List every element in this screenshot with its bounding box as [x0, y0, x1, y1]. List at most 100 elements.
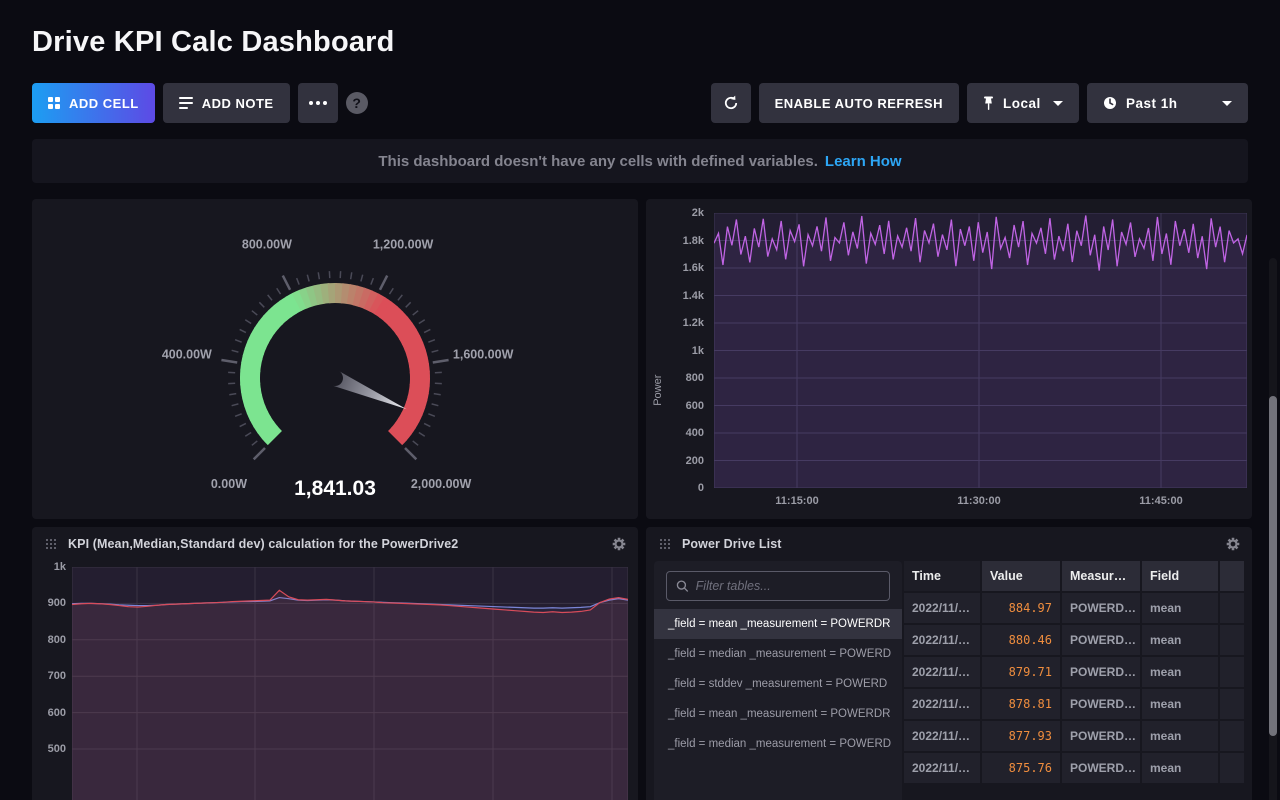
y-tick-label: 600 — [32, 707, 66, 719]
table-cell-spacer — [1220, 657, 1244, 687]
y-tick-label: 1.6k — [646, 262, 704, 274]
data-table: TimeValueMeasur…Field2022/11/…884.97POWE… — [904, 561, 1244, 783]
gauge-needle — [332, 371, 410, 417]
caret-down-icon — [1222, 101, 1232, 106]
y-tick-label: 1k — [32, 561, 66, 573]
gear-icon[interactable] — [1226, 537, 1240, 551]
table-cell-value: 875.76 — [982, 753, 1060, 783]
panel-title: Power Drive List — [682, 537, 782, 551]
table-cell-value: 884.97 — [982, 593, 1060, 623]
kpi-line-chart — [72, 567, 628, 800]
x-tick-label: 11:45:00 — [1116, 495, 1206, 507]
more-options-button[interactable] — [298, 83, 338, 123]
drag-handle-icon[interactable] — [46, 539, 48, 541]
table-cell-time: 2022/11/… — [904, 593, 980, 623]
column-header-measur[interactable]: Measur… — [1062, 561, 1140, 591]
power-line-chart — [714, 213, 1247, 488]
table-list-item[interactable]: _field = stddev _measurement = POWERD — [654, 669, 902, 699]
add-cell-label: ADD CELL — [69, 96, 139, 111]
table-list-item[interactable]: _field = mean _measurement = POWERDR — [654, 699, 902, 729]
caret-down-icon — [1053, 101, 1063, 106]
pin-icon — [983, 96, 994, 111]
table-list-item[interactable]: _field = mean _measurement = POWERDR — [654, 609, 902, 639]
power-drive-list-panel: Power Drive List _field = mean _measurem… — [646, 527, 1252, 800]
timezone-label: Local — [1003, 96, 1041, 111]
filter-tables-input[interactable] — [696, 579, 880, 593]
y-tick-label: 1k — [646, 345, 704, 357]
column-header-time[interactable]: Time — [904, 561, 980, 591]
y-tick-label: 1.4k — [646, 290, 704, 302]
refresh-button[interactable] — [711, 83, 751, 123]
y-tick-label: 600 — [646, 400, 704, 412]
y-tick-label: 2k — [646, 207, 704, 219]
table-cell-time: 2022/11/… — [904, 625, 980, 655]
table-cell-field: mean — [1142, 657, 1218, 687]
table-cell-value: 880.46 — [982, 625, 1060, 655]
y-tick-label: 1.8k — [646, 235, 704, 247]
add-cell-grid-icon — [48, 97, 60, 109]
table-cell-spacer — [1220, 753, 1244, 783]
y-tick-label: 700 — [32, 670, 66, 682]
gauge-chart: 0.00W400.00W800.00W1,200.00W1,600.00W2,0… — [32, 199, 638, 519]
table-cell-measurement: POWERD… — [1062, 625, 1140, 655]
gauge-panel: 1,841.03 0.00W400.00W800.00W1,200.00W1,6… — [32, 199, 638, 519]
table-cell-field: mean — [1142, 593, 1218, 623]
table-list-item[interactable]: _field = median _measurement = POWERD — [654, 729, 902, 759]
note-lines-icon — [179, 97, 193, 109]
learn-how-link[interactable]: Learn How — [825, 153, 902, 170]
search-icon — [676, 579, 689, 593]
kpi-panel: KPI (Mean,Median,Standard dev) calculati… — [32, 527, 638, 800]
table-cell-measurement: POWERD… — [1062, 657, 1140, 687]
time-range-label: Past 1h — [1126, 96, 1178, 111]
table-cell-time: 2022/11/… — [904, 721, 980, 751]
column-header-field[interactable]: Field — [1142, 561, 1218, 591]
table-cell-measurement: POWERD… — [1062, 689, 1140, 719]
panel-header: KPI (Mean,Median,Standard dev) calculati… — [32, 527, 638, 561]
y-tick-label: 800 — [32, 634, 66, 646]
table-cell-value: 879.71 — [982, 657, 1060, 687]
timezone-dropdown[interactable]: Local — [967, 83, 1079, 123]
gauge-tick-label: 400.00W — [162, 348, 212, 362]
y-tick-label: 800 — [646, 372, 704, 384]
x-tick-label: 11:30:00 — [934, 495, 1024, 507]
table-cell-measurement: POWERD… — [1062, 593, 1140, 623]
y-tick-label: 400 — [646, 427, 704, 439]
notice-text: This dashboard doesn't have any cells wi… — [378, 153, 818, 170]
table-list-sidebar: _field = mean _measurement = POWERDR_fie… — [654, 561, 902, 800]
y-tick-label: 900 — [32, 597, 66, 609]
help-icon[interactable]: ? — [346, 92, 368, 114]
gauge-tick-label: 1,200.00W — [373, 237, 434, 251]
table-list-item[interactable]: _field = median _measurement = POWERD — [654, 639, 902, 669]
filter-tables-box — [666, 571, 890, 601]
power-line-panel: Power 1,841W 2k1.8k1.6k1.4k1.2k1k8006004… — [646, 199, 1252, 519]
drag-handle-icon[interactable] — [660, 539, 662, 541]
ellipsis-icon — [309, 101, 327, 105]
table-cell-field: mean — [1142, 721, 1218, 751]
table-list: _field = mean _measurement = POWERDR_fie… — [654, 609, 902, 759]
time-range-dropdown[interactable]: Past 1h — [1087, 83, 1248, 123]
table-cell-value: 878.81 — [982, 689, 1060, 719]
toolbar: ADD CELL ADD NOTE ? ENABLE AUTO REFRESH — [32, 83, 1248, 123]
table-cell-measurement: POWERD… — [1062, 753, 1140, 783]
enable-auto-refresh-button[interactable]: ENABLE AUTO REFRESH — [759, 83, 959, 123]
page-scrollbar[interactable] — [1269, 258, 1277, 800]
table-cell-value: 877.93 — [982, 721, 1060, 751]
gear-icon[interactable] — [612, 537, 626, 551]
scrollbar-thumb[interactable] — [1269, 396, 1277, 736]
y-tick-label: 200 — [646, 455, 704, 467]
panel-header: Power Drive List — [646, 527, 1252, 561]
add-cell-button[interactable]: ADD CELL — [32, 83, 155, 123]
column-header-value[interactable]: Value — [982, 561, 1060, 591]
table-cell-time: 2022/11/… — [904, 657, 980, 687]
table-cell-time: 2022/11/… — [904, 753, 980, 783]
y-tick-label: 0 — [646, 482, 704, 494]
page-title: Drive KPI Calc Dashboard — [32, 26, 1248, 59]
gauge-value: 1,841.03 — [32, 477, 638, 501]
y-tick-label: 1.2k — [646, 317, 704, 329]
variables-notice: This dashboard doesn't have any cells wi… — [32, 139, 1248, 183]
table-cell-spacer — [1220, 689, 1244, 719]
refresh-icon — [722, 94, 740, 112]
add-note-button[interactable]: ADD NOTE — [163, 83, 290, 123]
column-header-spacer — [1220, 561, 1244, 591]
table-cell-spacer — [1220, 625, 1244, 655]
